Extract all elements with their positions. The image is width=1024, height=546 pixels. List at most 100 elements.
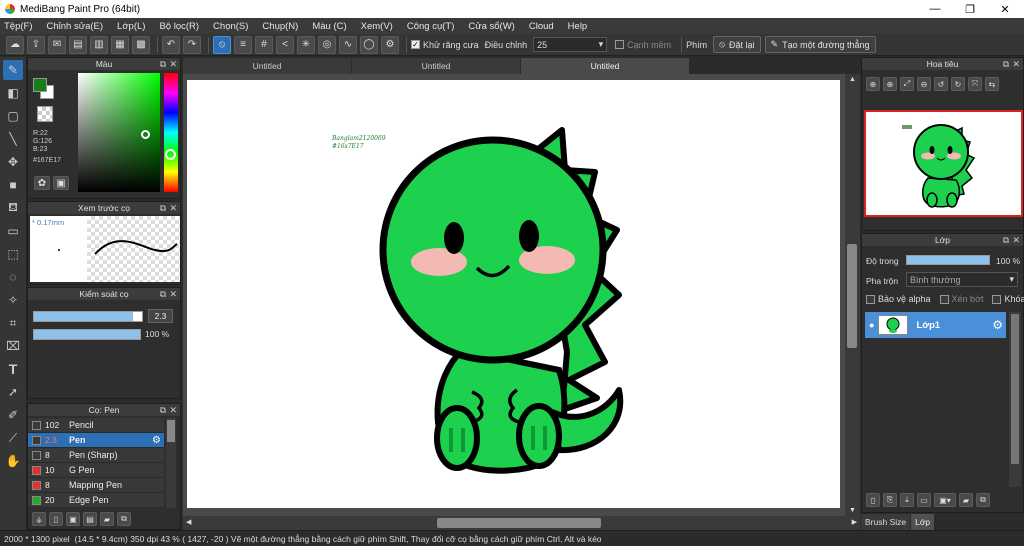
move-icon[interactable]: ✥ — [3, 152, 23, 172]
fill-rect-icon[interactable]: ■ — [3, 175, 23, 195]
menu-window[interactable]: Cửa sổ(W) — [468, 21, 514, 32]
gear-icon[interactable]: ⚙ — [152, 435, 161, 446]
transparent-color-swatch[interactable] — [37, 106, 53, 122]
copy-brush-icon[interactable]: ▣ — [66, 512, 80, 526]
close-icon[interactable]: ✕ — [169, 289, 177, 300]
tab-layer[interactable]: Lớp — [911, 514, 935, 530]
navigator-thumbnail[interactable] — [864, 110, 1023, 217]
close-icon[interactable]: ✕ — [1012, 59, 1020, 70]
merge-layer-icon[interactable]: ⤓ — [900, 493, 914, 507]
protect-alpha-checkbox[interactable]: Bảo vệ alpha — [866, 294, 931, 304]
fit-icon[interactable]: ⤢ — [900, 77, 914, 91]
close-icon[interactable]: ✕ — [169, 405, 177, 416]
menu-tools[interactable]: Công cụ(T) — [407, 21, 455, 32]
menu-file[interactable]: Tệp(F) — [4, 21, 33, 32]
close-button[interactable]: ✕ — [990, 0, 1020, 18]
line-icon[interactable]: ╲ — [3, 129, 23, 149]
menu-select[interactable]: Chọn(S) — [213, 21, 248, 32]
antialias-checkbox[interactable]: ✓ Khử răng cưa — [411, 40, 479, 50]
lock-checkbox[interactable]: Khóa — [992, 294, 1024, 304]
parallel-snap-icon[interactable]: ≡ — [234, 35, 252, 54]
layer-list-scrollbar[interactable] — [1009, 312, 1021, 487]
perspective-snap-icon[interactable]: < — [276, 35, 294, 54]
brush-size-slider[interactable] — [33, 311, 143, 322]
eye-icon[interactable]: ● — [869, 320, 874, 330]
duplicate-icon[interactable]: ⧉ — [976, 493, 990, 507]
color-set-icon[interactable]: ▣ — [53, 176, 69, 190]
canvas-area[interactable]: Banglam2120069 #16s7E17 — [183, 74, 845, 516]
radial-snap-icon[interactable]: ✳ — [297, 35, 315, 54]
straight-line-button[interactable]: ✎ Tạo một đường thẳng — [764, 36, 876, 53]
document-icon[interactable]: ▤ — [69, 35, 87, 54]
brush-list-scrollbar[interactable] — [166, 418, 176, 508]
select-pen-icon[interactable]: ⌗ — [3, 313, 23, 333]
palette-icon[interactable]: ✿ — [34, 176, 50, 190]
tab-brush-size[interactable]: Brush Size — [861, 514, 911, 530]
scroll-left-icon[interactable]: ◀ — [186, 518, 191, 526]
duplicate-icon[interactable]: ⧉ — [117, 512, 131, 526]
scroll-down-icon[interactable]: ▼ — [849, 507, 856, 514]
brush-item[interactable]: 102 Pencil — [28, 418, 164, 433]
undock-icon[interactable]: ⧉ — [1003, 59, 1009, 70]
brush-item[interactable]: 20 Edge Pen — [28, 493, 164, 508]
concentric-snap-icon[interactable]: ◎ — [318, 35, 336, 54]
menu-cloud[interactable]: Cloud — [529, 21, 554, 32]
menu-snap[interactable]: Chụp(N) — [262, 21, 298, 32]
close-icon[interactable]: ✕ — [169, 203, 177, 214]
brush-settings-icon[interactable]: ▤ — [83, 512, 97, 526]
comment-icon[interactable]: ✉ — [48, 35, 66, 54]
foreground-color-swatch[interactable] — [33, 78, 47, 92]
brush-item[interactable]: 2.3 Pen ⚙ — [28, 433, 164, 448]
minimize-button[interactable]: — — [920, 0, 950, 18]
menu-edit[interactable]: Chỉnh sửa(E) — [47, 21, 104, 32]
menu-layer[interactable]: Lớp(L) — [117, 21, 145, 32]
settings-icon[interactable]: ⚙ — [381, 35, 399, 54]
curve-snap-icon[interactable]: ∿ — [339, 35, 357, 54]
text-icon[interactable]: T — [3, 359, 23, 379]
folder-icon[interactable]: ▰ — [100, 512, 114, 526]
canvas-paper[interactable]: Banglam2120069 #16s7E17 — [187, 80, 840, 508]
maximize-button[interactable]: ❐ — [955, 0, 985, 18]
export-icon[interactable]: ⇪ — [27, 35, 45, 54]
scroll-right-icon[interactable]: ▶ — [852, 518, 857, 526]
clipping-checkbox[interactable]: Xén bớt — [939, 294, 983, 304]
blend-mode-select[interactable]: Bình thường ▾ — [906, 272, 1018, 287]
tab-untitled-3[interactable]: Untitled — [521, 58, 689, 74]
brush-item[interactable]: 8 Pen (Sharp) — [28, 448, 164, 463]
brush-item[interactable]: 10 G Pen — [28, 463, 164, 478]
cloud-icon[interactable]: ☁ — [6, 35, 24, 54]
canvas-horizontal-scrollbar[interactable]: ◀ ▶ — [183, 516, 860, 530]
zoom-in-icon[interactable]: ⊕ — [866, 77, 880, 91]
canvas-vertical-scrollbar[interactable]: ▲ ▼ — [845, 74, 860, 516]
layer-scroll-thumb[interactable] — [1011, 314, 1019, 464]
layer-opacity-slider[interactable] — [906, 255, 990, 265]
close-icon[interactable]: ✕ — [1012, 235, 1020, 246]
close-icon[interactable]: ✕ — [169, 59, 177, 70]
operation-icon[interactable]: ➚ — [3, 382, 23, 402]
brush-opacity-slider[interactable] — [33, 329, 141, 340]
copy-layer-icon[interactable]: ⎘ — [883, 493, 897, 507]
menu-filter[interactable]: Bộ lọc(R) — [159, 21, 199, 32]
shape-icon[interactable]: ▢ — [3, 106, 23, 126]
tab-untitled-1[interactable]: Untitled — [183, 58, 351, 74]
layer-type-icon[interactable]: ▣▾ — [934, 493, 956, 507]
menu-view[interactable]: Xem(V) — [361, 21, 393, 32]
folder-icon[interactable]: ▰ — [959, 493, 973, 507]
gradient-icon[interactable]: ▭ — [3, 221, 23, 241]
hue-slider[interactable] — [164, 73, 178, 192]
undo-icon[interactable]: ↶ — [162, 35, 180, 54]
lasso-icon[interactable]: ◌ — [3, 267, 23, 287]
rotate-right-icon[interactable]: ↻ — [951, 77, 965, 91]
add-brush-icon[interactable]: ⚶ — [32, 512, 46, 526]
eraser-icon[interactable]: ◧ — [3, 83, 23, 103]
menu-color[interactable]: Màu (C) — [312, 21, 346, 32]
bucket-icon[interactable]: ⛾ — [3, 198, 23, 218]
grid-icon[interactable]: ▩ — [132, 35, 150, 54]
vertical-scroll-thumb[interactable] — [847, 244, 857, 348]
new-brush-icon[interactable]: ▯ — [49, 512, 63, 526]
undock-icon[interactable]: ⧉ — [1003, 235, 1009, 246]
menu-help[interactable]: Help — [568, 21, 588, 32]
zoom-out-icon[interactable]: ⊖ — [917, 77, 931, 91]
undock-icon[interactable]: ⧉ — [160, 405, 166, 416]
reset-button[interactable]: ⦸ Đặt lại — [713, 36, 761, 53]
